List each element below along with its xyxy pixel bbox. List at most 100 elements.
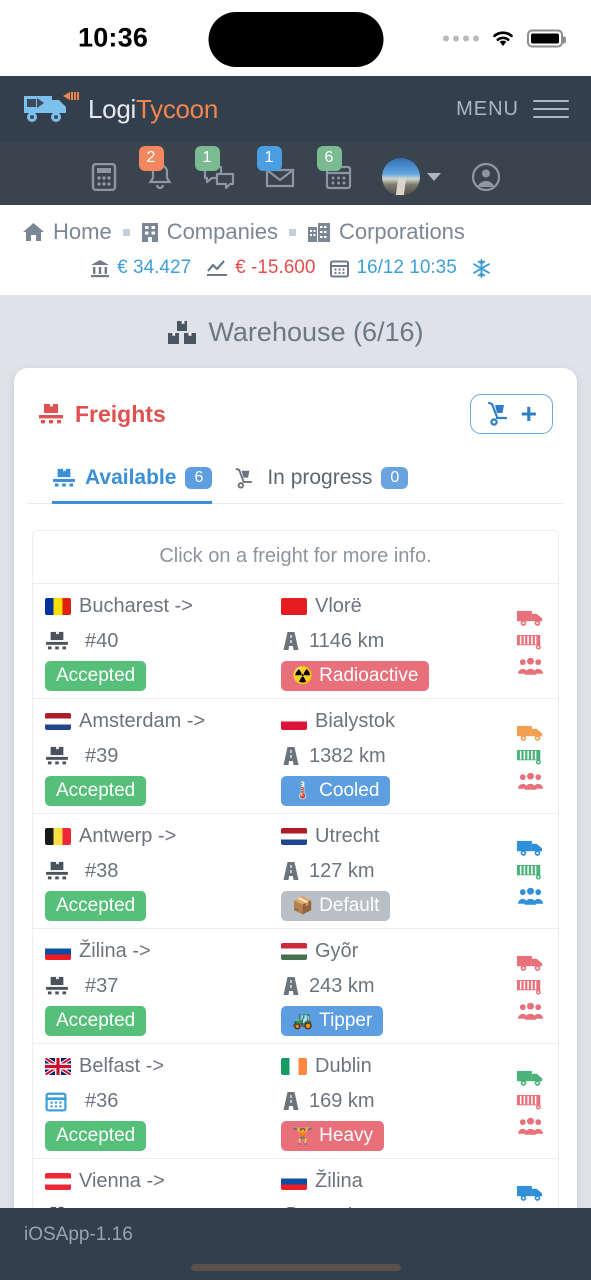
freight-destination-label: Bialystok — [315, 709, 396, 732]
road-icon — [283, 977, 299, 995]
freight-origin: Žilina -> — [45, 936, 281, 966]
bell-badge: 2 — [138, 145, 164, 171]
flag-icon-sk — [281, 1172, 307, 1190]
freight-cargo-label: Heavy — [319, 1125, 374, 1146]
road-icon — [281, 976, 301, 996]
card-title-text: Freights — [75, 400, 166, 427]
freight-row[interactable]: Žilina -> #37 Accepted Gyõr 243 km 🚜 Tipper — [33, 929, 558, 1044]
envelope-icon[interactable]: 1 — [256, 145, 295, 191]
calendar-icon — [45, 1091, 71, 1112]
freight-origin-label: Amsterdam -> — [79, 709, 206, 732]
brand-logo[interactable]: LogiTycoon — [22, 90, 218, 128]
freight-id: #37 — [45, 971, 281, 1001]
flag-icon-be — [45, 827, 71, 845]
freight-list-wrapper: Click on a freight for more info. Buchar… — [14, 504, 577, 1208]
truck-icon — [516, 725, 543, 741]
tab-in-progress-label: In progress — [267, 466, 373, 489]
freight-origin-column: Bucharest -> #40 Accepted — [39, 591, 281, 691]
crew-icon — [517, 887, 543, 905]
signal-dots-icon — [443, 35, 479, 41]
freight-status-badge: Accepted — [45, 1121, 147, 1151]
freight-origin-label: Bucharest -> — [79, 594, 193, 617]
freight-distance-label: 243 km — [309, 974, 375, 997]
hamburger-menu-icon[interactable] — [533, 100, 569, 118]
freight-id-label: #36 — [85, 1089, 119, 1112]
calculator-icon[interactable] — [91, 162, 117, 191]
freight-list: Click on a freight for more info. Buchar… — [32, 530, 559, 1208]
brand-name: LogiTycoon — [88, 94, 218, 125]
freight-id: #35 — [45, 1201, 281, 1208]
flag-icon-sk — [45, 942, 71, 960]
snowflake-icon — [472, 258, 490, 278]
menu-button[interactable]: MENU — [456, 98, 569, 121]
calendar-icon[interactable]: 6 — [316, 145, 352, 191]
cargo-type-icon: 🚜 — [292, 1011, 314, 1030]
road-icon — [281, 631, 301, 651]
home-indicator[interactable] — [190, 1264, 401, 1271]
cargo-type-icon: ☢️ — [292, 666, 314, 685]
freight-row[interactable]: Belfast -> #36 Accepted Dublin 169 km 🏋️ Heavy — [33, 1044, 558, 1159]
profit-value: € -15.600 — [235, 257, 316, 278]
hand-truck-icon — [235, 467, 253, 489]
freight-origin-label: Vienna -> — [79, 1169, 165, 1192]
breadcrumb-label: Corporations — [338, 219, 465, 244]
freight-destination: Gyõr — [281, 936, 481, 966]
freight-destination: Dublin — [281, 1051, 481, 1081]
freight-destination: Žilina — [281, 1166, 481, 1196]
menu-label: MENU — [456, 97, 519, 120]
profit-stat[interactable]: € -15.600 — [206, 257, 315, 279]
chart-line-icon — [207, 260, 228, 276]
wifi-icon — [493, 31, 513, 46]
datetime-value: 16/12 10:35 — [356, 257, 457, 278]
corporation-icon — [307, 222, 330, 242]
freight-resource-icons — [516, 722, 552, 791]
freight-distance: 169 km — [281, 1086, 481, 1116]
pallet-icon — [46, 976, 68, 995]
user-circle-icon[interactable] — [471, 162, 501, 192]
page-title: Warehouse (6/16) — [0, 295, 591, 368]
freight-distance: 1146 km — [281, 626, 481, 656]
tab-in-progress[interactable]: In progress 0 — [234, 466, 409, 503]
tab-available-label: Available — [85, 466, 177, 489]
freight-row[interactable]: Vienna ->#35AcceptedŽilina277 km🚜Tipper — [33, 1159, 558, 1208]
chevron-down-icon[interactable] — [426, 172, 441, 181]
crew-icon — [517, 1117, 543, 1135]
breadcrumb-separator — [288, 228, 296, 236]
calendar-badge: 6 — [316, 145, 342, 171]
trailer-icon — [516, 978, 544, 996]
freight-id-label: #40 — [85, 629, 119, 652]
envelope-badge: 1 — [256, 145, 282, 171]
flag-icon-ro — [45, 597, 71, 615]
pallet-icon — [46, 631, 68, 650]
truck-icon — [516, 955, 543, 971]
freight-status-badge: Accepted — [45, 776, 147, 806]
freight-origin-column: Žilina -> #37 Accepted — [39, 936, 281, 1036]
chat-icon[interactable]: 1 — [194, 145, 235, 191]
freight-row[interactable]: Amsterdam -> #39 Accepted Bialystok 1382 km 🌡… — [33, 699, 558, 814]
pallet-icon — [45, 746, 71, 766]
freight-distance: 277 km — [281, 1201, 481, 1208]
breadcrumb-item-companies[interactable]: Companies — [141, 219, 278, 245]
account-switcher[interactable] — [381, 157, 441, 196]
tab-available[interactable]: Available 6 — [52, 466, 213, 504]
brand-name-second: Tycoon — [135, 93, 218, 124]
freight-row[interactable]: Bucharest -> #40 Accepted Vlorë 1146 km ☢️ Rad… — [33, 584, 558, 699]
breadcrumb-item-corporations[interactable]: Corporations — [307, 219, 465, 245]
freight-id: #39 — [45, 741, 281, 771]
card-header: Freights + — [14, 368, 577, 444]
freight-origin: Antwerp -> — [45, 821, 281, 851]
flag-icon-pl — [281, 712, 307, 730]
balance-stat[interactable]: € 34.427 — [90, 257, 191, 279]
crew-icon — [517, 887, 544, 906]
trailer-icon — [516, 864, 541, 880]
road-icon — [283, 1092, 299, 1110]
bell-icon[interactable]: 2 — [138, 145, 173, 191]
freight-row[interactable]: Antwerp -> #38 Accepted Utrecht 127 km 📦 Defau… — [33, 814, 558, 929]
breadcrumb-label: Home — [53, 219, 112, 244]
pallet-icon — [45, 861, 71, 881]
truck-logo-icon — [24, 92, 79, 122]
breadcrumb-item-home[interactable]: Home — [22, 219, 112, 245]
add-freight-button[interactable]: + — [469, 394, 553, 434]
freight-origin: Vienna -> — [45, 1166, 281, 1196]
freight-distance-label: 1382 km — [309, 744, 386, 767]
